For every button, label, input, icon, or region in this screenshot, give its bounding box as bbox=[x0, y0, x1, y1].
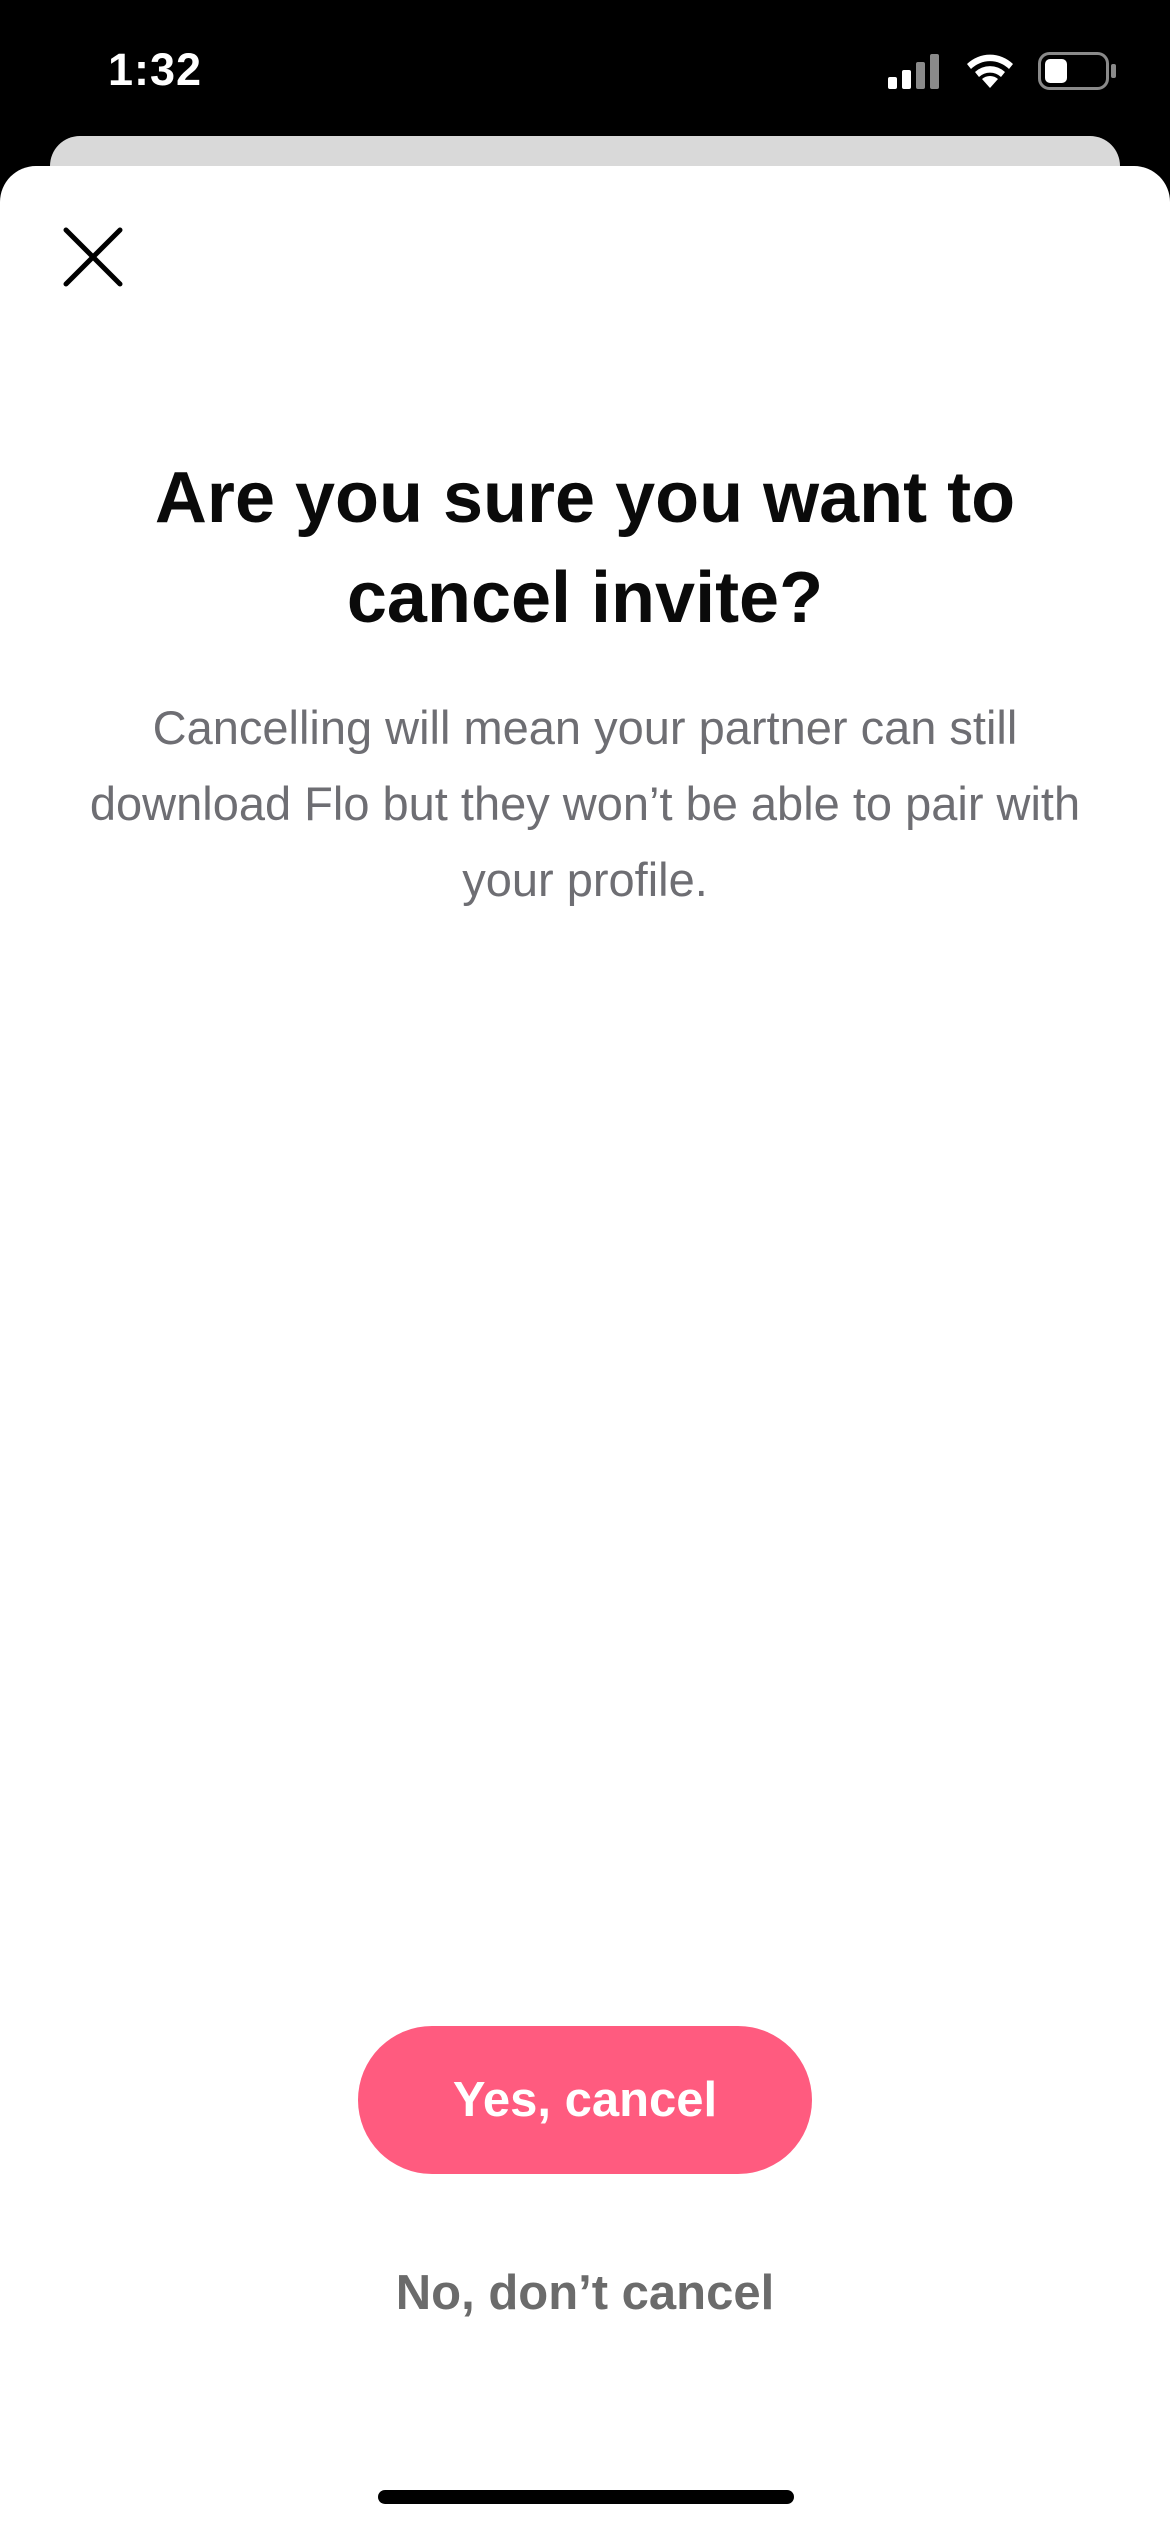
signal-icon bbox=[888, 54, 939, 89]
status-bar: 1:32 bbox=[0, 0, 1170, 140]
modal-title: Are you sure you want to cancel invite? bbox=[154, 458, 1016, 638]
status-icons bbox=[888, 52, 1118, 90]
status-time: 1:32 bbox=[108, 44, 203, 95]
home-indicator bbox=[378, 2490, 794, 2504]
close-button[interactable] bbox=[56, 220, 130, 294]
battery-icon bbox=[1038, 52, 1116, 90]
screen: 1:32 Are you sure you want to cancel inv… bbox=[0, 0, 1170, 2532]
modal-description: Cancelling will mean your partner can st… bbox=[89, 701, 1081, 906]
wifi-icon bbox=[967, 54, 1013, 88]
no-dont-cancel-button[interactable]: No, don’t cancel bbox=[285, 2248, 885, 2338]
cancel-invite-modal: Are you sure you want to cancel invite? … bbox=[0, 166, 1170, 2532]
yes-cancel-button[interactable]: Yes, cancel bbox=[358, 2026, 812, 2174]
close-icon bbox=[63, 227, 123, 287]
